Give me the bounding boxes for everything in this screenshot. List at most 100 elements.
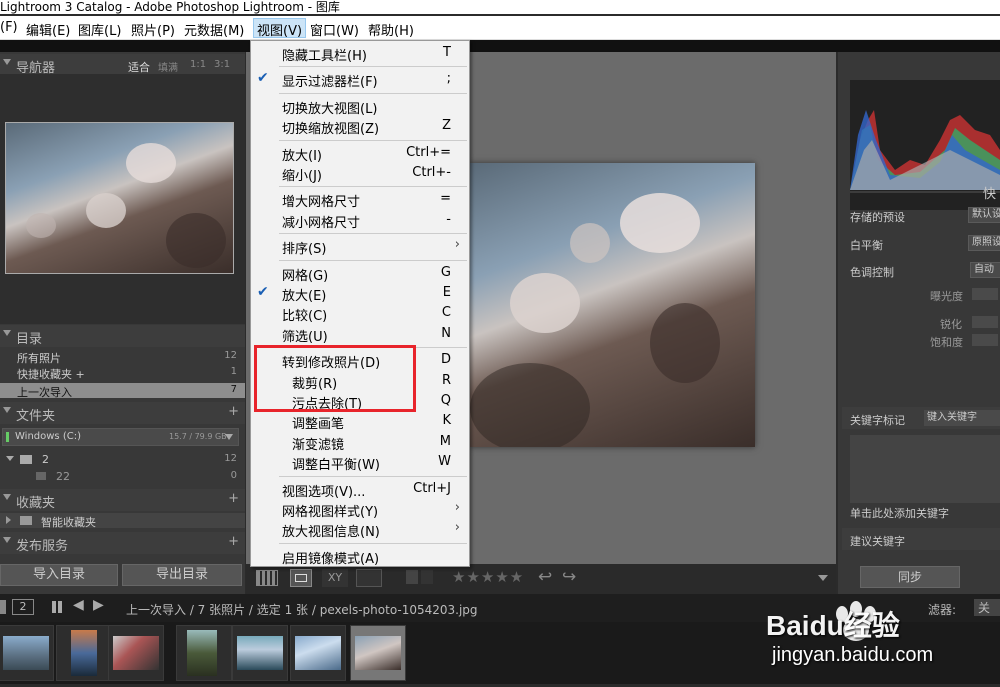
- forward-arrow-icon[interactable]: ▶: [93, 597, 104, 613]
- add-keyword-hint[interactable]: 单击此处添加关键字: [850, 505, 949, 521]
- menu-0[interactable]: (F): [0, 20, 18, 35]
- menu-7[interactable]: 帮助(H): [368, 20, 414, 39]
- survey-view-icon[interactable]: [356, 569, 382, 587]
- nav-fill-option[interactable]: 填满: [158, 59, 178, 74]
- compare-view-icon[interactable]: XY: [322, 569, 348, 587]
- menu-1[interactable]: 编辑(E): [26, 20, 70, 39]
- saved-preset-row[interactable]: 存储的预设 默认设: [842, 204, 1000, 226]
- collapse-icon: [3, 537, 11, 543]
- import-catalog-button[interactable]: 导入目录: [0, 564, 118, 586]
- add-publish-icon[interactable]: +: [228, 534, 239, 549]
- navigator-preview[interactable]: [0, 74, 245, 324]
- view-menu-item[interactable]: 隐藏工具栏(H) T: [251, 43, 469, 64]
- top-panel-strip[interactable]: [0, 40, 1000, 52]
- catalog-item-all-photos[interactable]: 所有照片 12: [0, 349, 245, 365]
- view-menu-item[interactable]: 网格视图样式(Y) ›: [251, 499, 469, 520]
- filmstrip-thumb[interactable]: [0, 625, 54, 681]
- navigator-thumbnail[interactable]: [5, 122, 234, 274]
- sync-button[interactable]: 同步: [860, 566, 960, 588]
- rotate-right-icon[interactable]: ↪: [562, 567, 576, 587]
- menu-item-shortcut: Q: [440, 393, 451, 408]
- menu-5[interactable]: 视图(V): [253, 18, 307, 39]
- filmstrip-thumb[interactable]: [232, 625, 288, 681]
- view-menu-item[interactable]: 切换缩放视图(Z) Z: [251, 116, 469, 137]
- menu-4[interactable]: 元数据(M): [184, 20, 244, 39]
- drive-status-icon: [6, 432, 9, 442]
- view-menu-item[interactable]: 排序(S) ›: [251, 236, 469, 257]
- nav-3to1-option[interactable]: 3:1: [214, 59, 230, 70]
- grid-view-icon[interactable]: [256, 570, 278, 586]
- saved-preset-select[interactable]: 默认设: [968, 207, 1000, 223]
- nav-1to1-option[interactable]: 1:1: [190, 59, 206, 70]
- view-menu-item[interactable]: ✔ 放大(E) E: [251, 283, 469, 304]
- folders-header[interactable]: 文件夹 +: [0, 402, 245, 424]
- view-menu-item[interactable]: 缩小(J) Ctrl+-: [251, 163, 469, 184]
- navigator-header[interactable]: 导航器 适合 填满 1:1 3:1: [0, 54, 245, 76]
- collections-header[interactable]: 收藏夹 +: [0, 489, 245, 511]
- suggested-keywords-row[interactable]: 建议关键字: [842, 528, 1000, 550]
- view-menu-item[interactable]: 筛选(U) N: [251, 324, 469, 345]
- view-menu-item[interactable]: 切换放大视图(L): [251, 96, 469, 117]
- export-catalog-button[interactable]: 导出目录: [122, 564, 242, 586]
- collapse-icon: [3, 59, 11, 65]
- reject-flag-icon[interactable]: [421, 570, 433, 584]
- view-menu-item[interactable]: 网格(G) G: [251, 263, 469, 284]
- add-folder-icon[interactable]: +: [228, 404, 239, 419]
- catalog-item-previous-import[interactable]: 上一次导入 7: [0, 383, 245, 399]
- menu-6[interactable]: 窗口(W): [310, 20, 359, 39]
- menu-item-label: 视图选项(V)...: [282, 484, 366, 500]
- keyword-select[interactable]: 键入关键字: [924, 410, 1000, 426]
- folder-icon: [36, 472, 46, 480]
- view-menu-item[interactable]: 比较(C) C: [251, 303, 469, 324]
- view-menu-item[interactable]: 视图选项(V)... Ctrl+J: [251, 479, 469, 500]
- view-menu-item[interactable]: 启用镜像模式(A): [251, 546, 469, 567]
- secondary-window-button[interactable]: 2: [12, 599, 34, 615]
- saturation-decrease-button[interactable]: [972, 334, 998, 346]
- star-rating[interactable]: ★★★★★: [452, 568, 524, 586]
- collection-item-smart[interactable]: 智能收藏夹: [0, 513, 245, 529]
- view-menu-item[interactable]: 调整画笔 K: [251, 411, 469, 432]
- drive-row[interactable]: Windows (C:) 15.7 / 79.9 GB: [2, 428, 239, 446]
- add-collection-icon[interactable]: +: [228, 491, 239, 506]
- catalog-header[interactable]: 目录: [0, 325, 245, 347]
- tone-control-row[interactable]: 色调控制 自动: [842, 259, 1000, 281]
- keywording-row[interactable]: 关键字标记 键入关键字: [842, 407, 1000, 429]
- view-menu-item[interactable]: 渐变滤镜 M: [251, 432, 469, 453]
- filmstrip-thumb[interactable]: [176, 625, 232, 681]
- folder-item[interactable]: 22 0: [0, 469, 245, 484]
- grid-icon[interactable]: [52, 601, 64, 613]
- white-balance-select[interactable]: 原照设: [968, 235, 1000, 251]
- view-menu-item[interactable]: 放大(I) Ctrl+=: [251, 143, 469, 164]
- view-menu-item[interactable]: ✔ 显示过滤器栏(F);: [251, 69, 469, 90]
- menu-item-shortcut: N: [441, 325, 451, 341]
- back-arrow-icon[interactable]: ◀: [73, 597, 84, 613]
- breadcrumb[interactable]: 上一次导入 / 7 张照片 / 选定 1 张 / pexels-photo-10…: [126, 601, 478, 618]
- folder-item[interactable]: 2 12: [0, 452, 245, 467]
- exposure-decrease-button[interactable]: [972, 288, 998, 300]
- nav-fit-option[interactable]: 适合: [128, 59, 150, 75]
- view-menu-item[interactable]: 增大网格尺寸 =: [251, 189, 469, 210]
- white-balance-row[interactable]: 白平衡 原照设: [842, 232, 1000, 254]
- menu-3[interactable]: 照片(P): [131, 20, 175, 39]
- flag-icon[interactable]: [406, 570, 418, 584]
- view-menu-item[interactable]: 调整白平衡(W) W: [251, 452, 469, 473]
- catalog-item-quick-collection[interactable]: 快捷收藏夹 + 1: [0, 365, 245, 381]
- keyword-area[interactable]: [850, 435, 1000, 503]
- view-menu-item[interactable]: 放大视图信息(N) ›: [251, 519, 469, 540]
- sharpening-decrease-button[interactable]: [972, 316, 998, 328]
- checkmark-icon: ✔: [257, 284, 269, 300]
- rotate-left-icon[interactable]: ↩: [538, 567, 552, 587]
- toolbar-menu-icon[interactable]: [818, 575, 828, 581]
- filmstrip-thumb[interactable]: [290, 625, 346, 681]
- menu-separator: [279, 139, 467, 141]
- publish-header[interactable]: 发布服务 +: [0, 532, 245, 554]
- expand-icon: [6, 516, 11, 524]
- main-photo[interactable]: [470, 163, 755, 447]
- filmstrip-thumb-selected[interactable]: [350, 625, 406, 681]
- auto-tone-button[interactable]: 自动: [970, 262, 1000, 278]
- filmstrip-thumb[interactable]: [108, 625, 164, 681]
- loupe-view-icon[interactable]: [290, 569, 312, 587]
- view-menu-item[interactable]: 减小网格尺寸 -: [251, 210, 469, 231]
- menu-2[interactable]: 图库(L): [78, 20, 121, 39]
- filmstrip-thumb[interactable]: [56, 625, 112, 681]
